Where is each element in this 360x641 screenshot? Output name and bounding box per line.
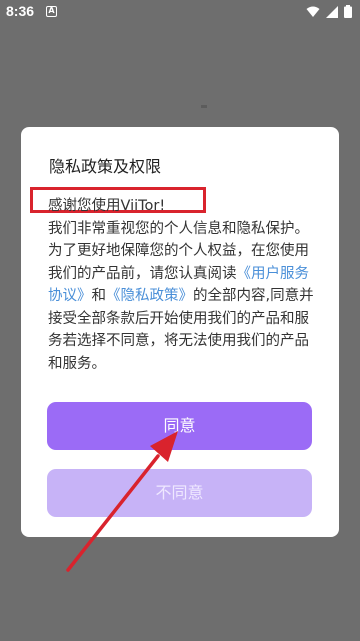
and-text: 和 bbox=[91, 288, 107, 304]
wifi-icon bbox=[306, 6, 320, 17]
privacy-policy-link[interactable]: 《隐私政策》 bbox=[106, 288, 193, 304]
privacy-dialog: 隐私政策及权限 感谢您使用ViiTor! 我们非常重视您的个人信息和隐私保护。为… bbox=[21, 127, 339, 537]
status-bar: 8:36 A bbox=[0, 0, 360, 24]
status-icons bbox=[306, 5, 352, 18]
battery-icon bbox=[344, 5, 352, 18]
background-mark bbox=[201, 105, 207, 108]
agree-button[interactable]: 同意 bbox=[47, 402, 312, 450]
dialog-body: 感谢您使用ViiTor! 我们非常重视您的个人信息和隐私保护。为了更好地保障您的… bbox=[48, 195, 316, 375]
notification-icon: A bbox=[46, 6, 57, 17]
cellular-signal-icon bbox=[326, 5, 338, 18]
status-time: 8:36 bbox=[6, 3, 35, 19]
dialog-title: 隐私政策及权限 bbox=[49, 157, 162, 176]
welcome-text: 感谢您使用ViiTor! bbox=[48, 198, 166, 214]
disagree-button[interactable]: 不同意 bbox=[47, 469, 312, 517]
